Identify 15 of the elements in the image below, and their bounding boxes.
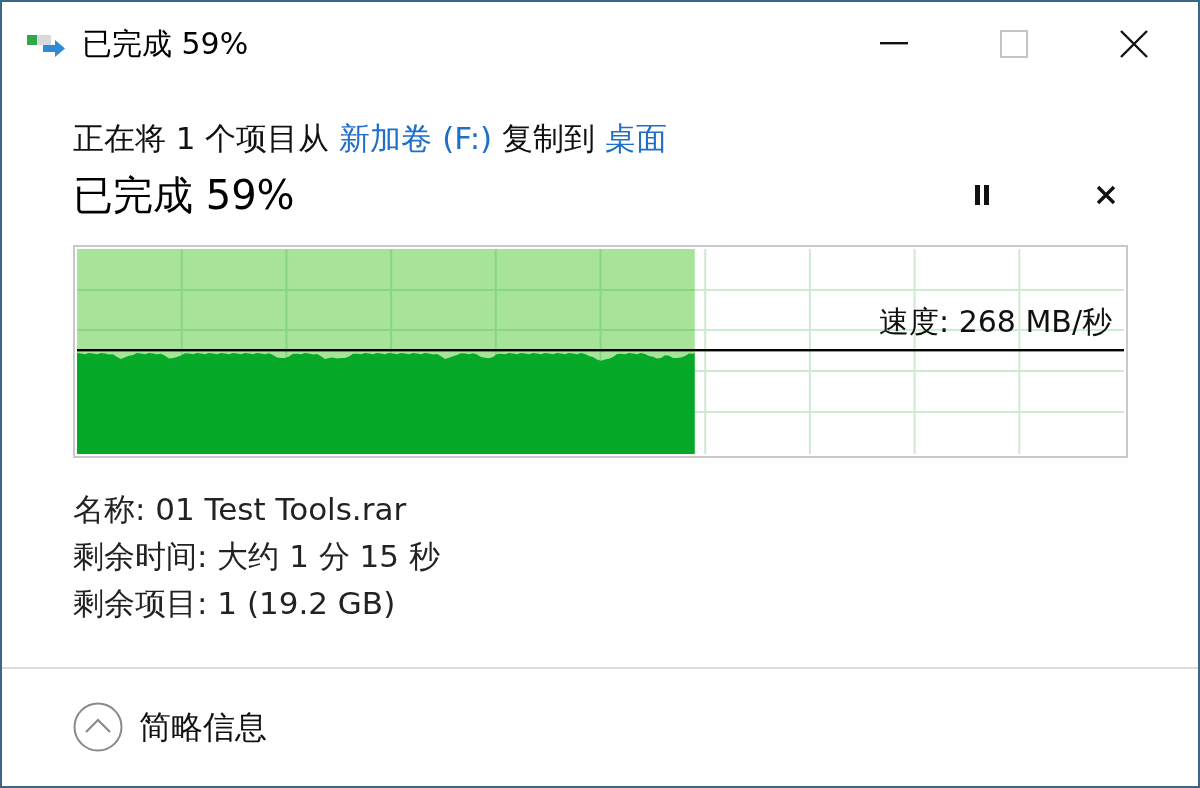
- detail-text: 剩余项目: 1 (19.2 GB): [73, 584, 396, 623]
- maximize-icon: [1000, 29, 1028, 58]
- close-icon: [1096, 185, 1116, 205]
- detail-text: 名称: 01 Test Tools.rar: [73, 490, 407, 529]
- minimize-icon: [880, 42, 908, 45]
- details-toggle-button[interactable]: 简略信息: [73, 702, 267, 752]
- speed-label: 速度: 268 MB/秒: [879, 303, 1112, 341]
- close-icon: [1120, 29, 1148, 58]
- location-link[interactable]: 新加卷 (F:): [339, 120, 493, 156]
- progress-heading: 已完成 59%: [73, 171, 296, 220]
- location-link[interactable]: 桌面: [604, 120, 667, 156]
- pause-icon: [973, 185, 991, 205]
- window-title: 已完成 59%: [82, 24, 250, 63]
- copy-description: 正在将 1 个项目从 新加卷 (F:) 复制到 桌面: [73, 119, 668, 158]
- detail-text: 剩余时间: 大约 1 分 15 秒: [73, 537, 440, 576]
